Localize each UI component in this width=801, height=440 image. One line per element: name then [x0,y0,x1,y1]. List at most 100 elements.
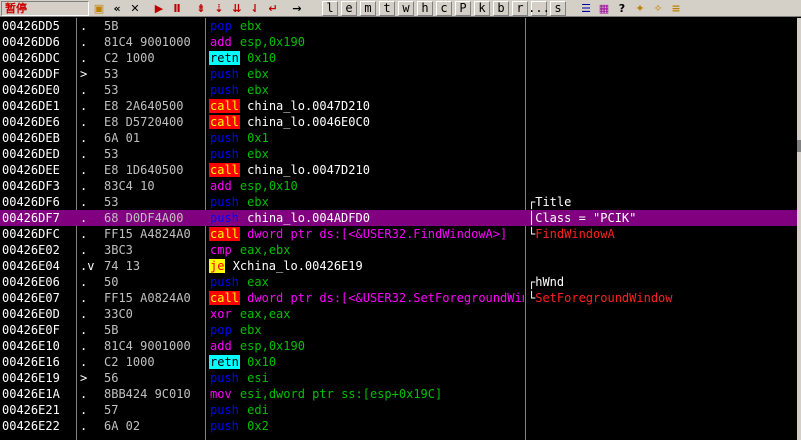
mnemonic: push [210,211,239,225]
disasm-row[interactable]: 00426DFC. FF15 A4824A0 call dword ptr ds:[… [0,226,797,242]
jump-marker: . [80,35,88,49]
help-icon[interactable]: ? [614,1,630,16]
disassembly: xor eax,eax [209,306,524,322]
disasm-row[interactable]: 00426E04 .v 74 13 je Xchina_lo.00426E19 [0,258,797,274]
comment [528,66,797,82]
mnemonic: cmp [210,243,232,257]
operand: ebx [247,147,269,161]
vertical-scrollbar[interactable] [797,18,801,440]
hex-bytes: 5B [104,19,119,33]
window-button-w[interactable]: w [398,0,414,16]
disassembly: je Xchina_lo.00426E19 [209,258,524,274]
hex-bytes: 53 [104,83,119,97]
comment [528,306,797,322]
jump-marker: . [80,163,88,177]
rewind-icon[interactable]: « [109,1,125,16]
disasm-row[interactable]: 00426E16. C2 1000 retn 0x10 [0,354,797,370]
disasm-row[interactable]: 00426DEB. 6A 01 push 0x1 [0,130,797,146]
operand: ebx [247,195,269,209]
window-button-l[interactable]: l [322,0,338,16]
disasm-row[interactable]: 00426E06. 50 push eax ┌hWnd [0,274,797,290]
cpu-disassembly-pane[interactable]: 00426DD5. 5B pop ebx 00426DD6. 81C4 9001000 a… [0,18,797,440]
window-button-c[interactable]: c [436,0,452,16]
disasm-row[interactable]: 00426DEE. E8 1D640500 call china_lo.0047D2… [0,162,797,178]
jump-marker: . [80,403,88,417]
window-button-e[interactable]: e [341,0,357,16]
window-button-m[interactable]: m [360,0,376,16]
trace-into-icon[interactable]: ⇊ [229,1,245,16]
address: 00426DE6 [2,115,60,129]
disasm-row[interactable]: 00426E02. 3BC3 cmp eax,ebx [0,242,797,258]
execute-till-return-icon[interactable]: ↵ [265,1,281,16]
status-indicator: 暂停 [1,0,89,16]
disassembly: mov esi,dword ptr ss:[esp+0x19C] [209,386,524,402]
disassembly: call china_lo.0046E0C0 [209,114,524,130]
scrollbar-thumb[interactable] [797,140,801,152]
jump-marker: . [80,195,88,209]
window-button-more[interactable]: ... [528,0,550,16]
address: 00426DD6 [2,35,60,49]
window-button-P[interactable]: P [455,0,471,16]
jump-marker: > [80,67,88,81]
operand: 0x2 [247,419,269,433]
jump-marker: . [80,19,88,33]
step-over-icon[interactable]: ⇣ [211,1,227,16]
pause-icon[interactable]: Ⅱ [169,1,185,16]
mnemonic: push [210,131,239,145]
disasm-row[interactable]: 00426DE1. E8 2A640500 call china_lo.0047D2… [0,98,797,114]
disasm-row[interactable]: 00426E1A. 8BB424 9C010 mov esi,dword ptr s… [0,386,797,402]
disassembly: retn 0x10 [209,354,524,370]
plugin2-icon[interactable]: ✧ [650,1,666,16]
appearance-icon[interactable]: ▦ [596,1,612,16]
disasm-row[interactable]: 00426E19 >56 push esi [0,370,797,386]
hex-bytes: 81C4 9001000 [104,35,191,49]
disasm-row[interactable]: 00426DD6. 81C4 9001000 add esp,0x190 [0,34,797,50]
comment: │Class = "PCIK" [528,210,797,226]
address: 00426E0F [2,323,60,337]
disasm-row[interactable]: 00426DDC. C2 1000 retn 0x10 [0,50,797,66]
disasm-row[interactable]: 00426E10. 81C4 9001000 add esp,0x190 [0,338,797,354]
options-icon[interactable]: ☰ [578,1,594,16]
disasm-row[interactable]: 00426DED. 53 push ebx [0,146,797,162]
plugin-icon[interactable]: ✦ [632,1,648,16]
trace-over-icon[interactable]: ⇃ [247,1,263,16]
window-button-h[interactable]: h [417,0,433,16]
disasm-row[interactable]: 00426E07. FF15 A0824A0 call dword ptr ds:[… [0,290,797,306]
comment: └FindWindowA [528,226,797,242]
close-icon[interactable]: ✕ [127,1,143,16]
disassembly: call china_lo.0047D210 [209,98,524,114]
disasm-row[interactable]: 00426E0D. 33C0 xor eax,eax [0,306,797,322]
hex-bytes: 3BC3 [104,243,133,257]
mnemonic: push [210,419,239,433]
comment: ┌hWnd [528,274,797,290]
window-button-b[interactable]: b [493,0,509,16]
window-button-k[interactable]: k [474,0,490,16]
window-button-r[interactable]: r [512,0,528,16]
hex-bytes: 53 [104,67,119,81]
window-button-t[interactable]: t [379,0,395,16]
disasm-row[interactable]: 00426DF6. 53 push ebx ┌Title [0,194,797,210]
disasm-row[interactable]: 00426DD5. 5B pop ebx [0,18,797,34]
goto-icon[interactable]: → [289,1,305,16]
mnemonic: pop [210,19,232,33]
disassembly: push ebx [209,66,524,82]
run-icon[interactable]: ▶ [151,1,167,16]
window-button-s[interactable]: s [550,0,566,16]
disasm-row[interactable]: 00426DE6. E8 D5720400 call china_lo.0046E0… [0,114,797,130]
step-into-icon[interactable]: ⇟ [193,1,209,16]
disasm-row[interactable]: 00426DE0. 53 push ebx [0,82,797,98]
disasm-row[interactable]: 00426E21. 57 push edi [0,402,797,418]
disasm-row[interactable]: 00426E0F. 5B pop ebx [0,322,797,338]
address: 00426DDF [2,67,60,81]
jump-marker: . [80,99,88,113]
address: 00426DED [2,147,60,161]
plugin3-icon[interactable]: ≡ [668,1,684,16]
disasm-row[interactable]: 00426DDF >53 push ebx [0,66,797,82]
window-buttons: l e m t w h c Pk b r... s [319,0,566,16]
mnemonic: call [209,115,240,129]
address: 00426E22 [2,419,60,433]
selected-row[interactable]: 00426DF7. 68 D0DF4A00 push china_lo.004ADF… [0,210,797,226]
open-icon[interactable]: ▣ [91,1,107,16]
disasm-row[interactable]: 00426E22. 6A 02 push 0x2 [0,418,797,434]
disasm-row[interactable]: 00426DF3. 83C4 10 add esp,0x10 [0,178,797,194]
